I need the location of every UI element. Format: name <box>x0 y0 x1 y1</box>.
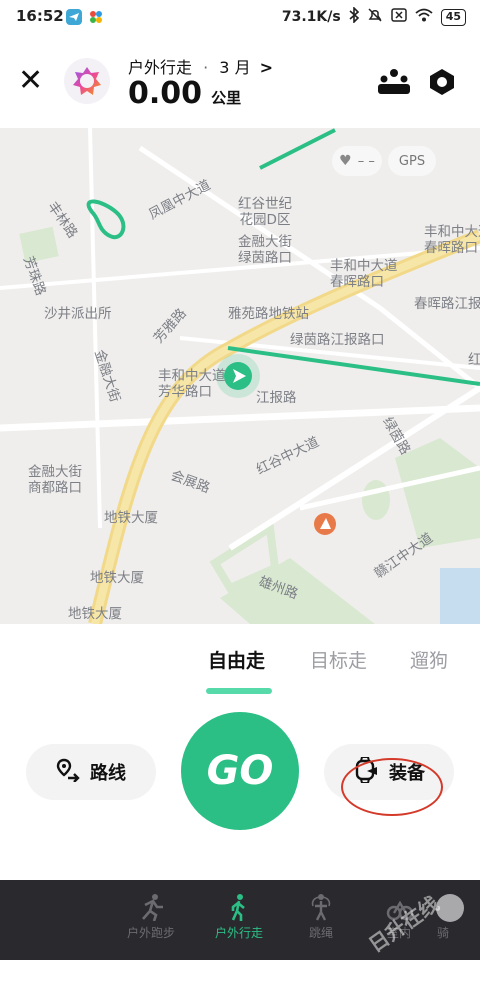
wifi-icon <box>415 8 433 26</box>
status-bar: 16:52 73.1K/s 45 <box>0 0 480 34</box>
bluetooth-icon <box>349 6 359 27</box>
mute-bell-icon <box>367 7 383 27</box>
sport-label: 户外行走 <box>128 58 193 77</box>
map-label: 红 <box>468 352 480 368</box>
distance-unit: 公里 <box>211 89 242 107</box>
separator-dot: · <box>203 58 209 77</box>
sim-off-icon <box>390 8 407 26</box>
tab-target-walk[interactable]: 目标走 <box>310 646 367 673</box>
map-label: 丰和中大道春晖路口 <box>424 224 480 256</box>
route-label: 路线 <box>90 763 126 784</box>
map-label: 雅苑路地铁站 <box>228 306 309 322</box>
go-button[interactable]: GO <box>181 712 299 830</box>
map-label: 绿茵路江报路口 <box>290 332 385 348</box>
active-tab-underline <box>206 688 272 694</box>
nav-item-outdoor-run[interactable]: 户外跑步 <box>106 890 196 941</box>
app-notification-icon <box>88 9 104 29</box>
gps-label: GPS <box>398 153 426 169</box>
nav-label: 户外行走 <box>214 926 263 940</box>
map-label: 江报路 <box>256 390 297 406</box>
distance-value: 0.00 <box>128 76 203 111</box>
network-speed: 73.1K/s <box>281 9 341 25</box>
heart-icon: ♥ <box>339 153 352 169</box>
map-view[interactable]: ♥ – – GPS 丰林路 凤凰中大道 红谷世纪花园D区 丰和中大道春晖路口 金… <box>0 128 480 624</box>
map-label: 地铁大厦 <box>104 510 158 526</box>
telegram-icon <box>66 9 82 29</box>
bottom-sheet: 自由走 目标走 遛狗 路线 GO 装备 <box>0 624 480 880</box>
heart-rate-pill: ♥ – – <box>332 146 382 176</box>
month-label: 3 月 <box>219 58 251 77</box>
map-label: 地铁大厦 <box>68 606 122 622</box>
map-label: 金融大街 绿茵路口 <box>238 234 292 266</box>
chevron-right-icon: > <box>259 58 274 77</box>
workout-header: ✕ 户外行走 · 3 月 > 0.00 公里 <box>0 34 480 128</box>
map-label: 金融大街 商都路口 <box>28 464 82 496</box>
running-icon <box>106 890 196 924</box>
close-icon[interactable]: ✕ <box>18 66 43 96</box>
nav-label: 跳绳 <box>308 926 333 940</box>
battery-indicator: 45 <box>440 8 466 26</box>
bottom-navigation: 户外跑步 户外行走 跳绳 室内 骑 日升在线 <box>0 880 480 960</box>
map-label: 春晖路江报 <box>414 296 480 312</box>
hexagon-settings-icon[interactable] <box>428 68 456 100</box>
red-annotation-circle <box>341 758 443 816</box>
people-group-icon[interactable] <box>378 68 410 100</box>
map-label: 丰和中大道春晖路口 <box>330 258 398 290</box>
map-label: 地铁大厦 <box>90 570 144 586</box>
gps-pill: GPS <box>388 146 436 176</box>
nav-label: 户外跑步 <box>126 926 175 940</box>
sport-month-selector[interactable]: 户外行走 · 3 月 > <box>128 54 273 78</box>
route-pin-icon <box>56 758 80 787</box>
map-label: 红谷世纪 花园D区 <box>238 196 292 228</box>
tab-free-walk[interactable]: 自由走 <box>208 646 265 673</box>
distance-display: 0.00 公里 <box>128 76 241 111</box>
mode-tabs: 自由走 目标走 遛狗 <box>0 646 480 694</box>
map-label: 丰和中大道 芳华路口 <box>158 368 226 400</box>
heart-rate-value: – – <box>357 153 375 169</box>
nav-item-jump-rope[interactable]: 跳绳 <box>276 890 366 941</box>
jump-rope-icon <box>276 890 366 924</box>
status-time: 16:52 <box>16 7 64 25</box>
walking-icon <box>194 890 284 924</box>
route-button[interactable]: 路线 <box>26 744 156 800</box>
nav-item-outdoor-walk[interactable]: 户外行走 <box>194 890 284 941</box>
map-label: 沙井派出所 <box>44 306 112 322</box>
tab-dog-walk[interactable]: 遛狗 <box>410 646 448 673</box>
app-logo <box>64 58 110 104</box>
